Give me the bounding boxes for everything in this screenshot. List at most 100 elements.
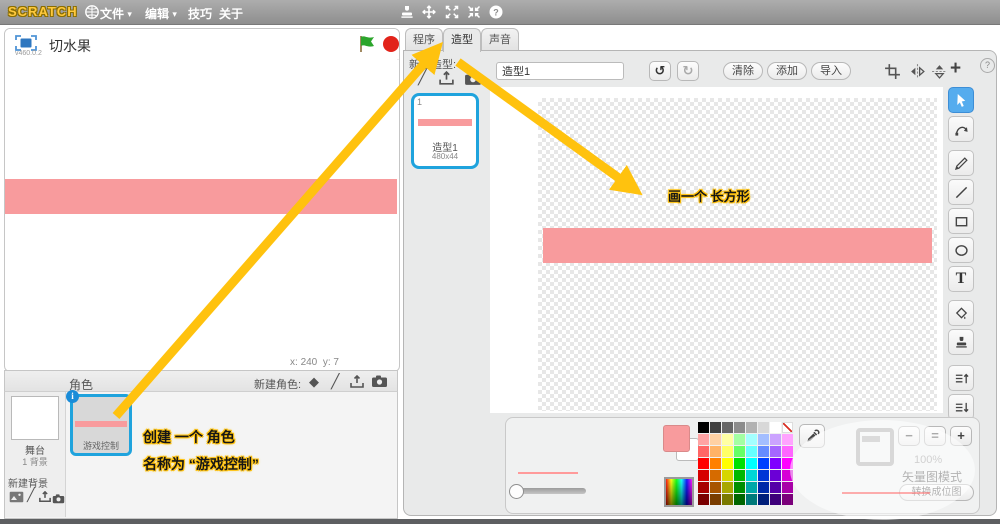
duplicate-tool[interactable]: [948, 329, 974, 355]
palette-swatch[interactable]: [782, 458, 793, 469]
palette-swatch[interactable]: [710, 458, 721, 469]
palette-swatch[interactable]: [758, 458, 769, 469]
costume-list-item-selected[interactable]: 1 造型1 480x44: [411, 93, 479, 169]
redo-button[interactable]: ↻: [677, 61, 699, 81]
palette-swatch[interactable]: [782, 434, 793, 445]
palette-swatch[interactable]: [782, 482, 793, 493]
sprite-thumbnail-selected[interactable]: 游戏控制: [70, 394, 132, 456]
palette-swatch[interactable]: [746, 494, 757, 505]
palette-swatch[interactable]: [710, 494, 721, 505]
palette-swatch[interactable]: [758, 494, 769, 505]
palette-swatch[interactable]: [698, 470, 709, 481]
palette-swatch[interactable]: [710, 482, 721, 493]
paint-help-icon[interactable]: ?: [980, 58, 995, 73]
palette-swatch[interactable]: [746, 482, 757, 493]
flip-horizontal-icon[interactable]: [909, 63, 926, 85]
new-sprite-library-icon[interactable]: ◆: [309, 374, 319, 390]
tab-scripts[interactable]: 程序: [405, 28, 443, 51]
palette-swatch[interactable]: [722, 482, 733, 493]
rainbow-color-picker[interactable]: [664, 477, 694, 507]
palette-swatch[interactable]: [770, 470, 781, 481]
set-costume-center-icon[interactable]: +: [950, 58, 961, 80]
reshape-tool[interactable]: [948, 116, 974, 142]
palette-swatch[interactable]: [722, 446, 733, 457]
duplicate-stamp-icon[interactable]: [399, 4, 415, 20]
palette-swatch[interactable]: [758, 470, 769, 481]
clear-button[interactable]: 清除: [723, 62, 763, 80]
pencil-tool[interactable]: [948, 150, 974, 176]
palette-swatch[interactable]: [698, 458, 709, 469]
menu-about[interactable]: 关于: [219, 5, 243, 22]
palette-swatch[interactable]: [734, 422, 745, 433]
palette-swatch[interactable]: [758, 434, 769, 445]
palette-swatch[interactable]: [758, 482, 769, 493]
rectangle-tool[interactable]: [948, 208, 974, 234]
green-flag-icon[interactable]: [357, 34, 377, 59]
text-tool[interactable]: T: [948, 266, 974, 292]
drawn-pink-rectangle[interactable]: [543, 228, 932, 263]
paint-canvas[interactable]: [490, 87, 943, 413]
palette-swatch[interactable]: [770, 482, 781, 493]
paint-new-costume-icon[interactable]: ╱: [418, 69, 426, 86]
palette-swatch[interactable]: [746, 446, 757, 457]
line-width-slider-handle[interactable]: [509, 484, 524, 499]
add-button[interactable]: 添加: [767, 62, 807, 80]
stop-button[interactable]: [383, 36, 399, 52]
palette-swatch[interactable]: [746, 434, 757, 445]
crop-icon[interactable]: [884, 63, 901, 85]
upload-backdrop-icon[interactable]: [38, 490, 52, 508]
convert-to-bitmap-button[interactable]: 转换成位图: [899, 484, 974, 501]
palette-swatch[interactable]: [734, 458, 745, 469]
palette-swatch[interactable]: [770, 494, 781, 505]
camera-backdrop-icon[interactable]: [52, 491, 65, 509]
palette-swatch[interactable]: [782, 494, 793, 505]
language-globe-icon[interactable]: [84, 4, 100, 25]
palette-swatch[interactable]: [770, 422, 781, 433]
palette-swatch[interactable]: [710, 470, 721, 481]
palette-swatch[interactable]: [698, 482, 709, 493]
transparent-checker-area[interactable]: [538, 98, 937, 411]
palette-swatch[interactable]: [698, 446, 709, 457]
paint-new-sprite-icon[interactable]: ╱: [331, 373, 339, 390]
palette-swatch[interactable]: [770, 458, 781, 469]
zoom-in-button[interactable]: +: [950, 426, 972, 446]
zoom-reset-button[interactable]: =: [924, 426, 946, 446]
bring-forward-tool[interactable]: [948, 365, 974, 391]
palette-swatch[interactable]: [758, 422, 769, 433]
menu-file[interactable]: 文件 ▾: [100, 5, 132, 22]
palette-swatch[interactable]: [746, 470, 757, 481]
palette-swatch[interactable]: [734, 434, 745, 445]
palette-swatch[interactable]: [746, 458, 757, 469]
palette-swatch[interactable]: [782, 470, 793, 481]
palette-swatch[interactable]: [734, 482, 745, 493]
tab-costumes[interactable]: 造型: [443, 28, 481, 52]
palette-swatch[interactable]: [734, 470, 745, 481]
grow-sprite-icon[interactable]: [444, 4, 460, 20]
palette-swatch[interactable]: [782, 422, 793, 433]
help-icon[interactable]: ?: [488, 4, 504, 20]
color-fill-tool[interactable]: [948, 300, 974, 326]
select-tool[interactable]: [948, 87, 974, 113]
costume-name-input[interactable]: [496, 62, 624, 80]
palette-swatch[interactable]: [734, 494, 745, 505]
menu-tips[interactable]: 技巧: [188, 5, 212, 22]
eyedropper-button[interactable]: [799, 424, 825, 448]
zoom-out-button[interactable]: −: [898, 426, 920, 446]
palette-swatch[interactable]: [710, 422, 721, 433]
paint-new-backdrop-icon[interactable]: ╱: [27, 487, 35, 503]
undo-button[interactable]: ↺: [649, 61, 671, 81]
palette-swatch[interactable]: [782, 446, 793, 457]
palette-swatch[interactable]: [722, 494, 733, 505]
stage-pink-rectangle-sprite[interactable]: [5, 179, 397, 214]
stage-thumbnail[interactable]: [11, 396, 59, 440]
backdrop-library-icon[interactable]: [9, 490, 24, 508]
palette-swatch[interactable]: [734, 446, 745, 457]
palette-swatch[interactable]: [770, 446, 781, 457]
palette-swatch[interactable]: [710, 434, 721, 445]
palette-swatch[interactable]: [698, 422, 709, 433]
line-tool[interactable]: [948, 179, 974, 205]
palette-swatch[interactable]: [722, 470, 733, 481]
palette-swatch[interactable]: [698, 434, 709, 445]
tab-sounds[interactable]: 声音: [481, 28, 519, 51]
palette-swatch[interactable]: [746, 422, 757, 433]
